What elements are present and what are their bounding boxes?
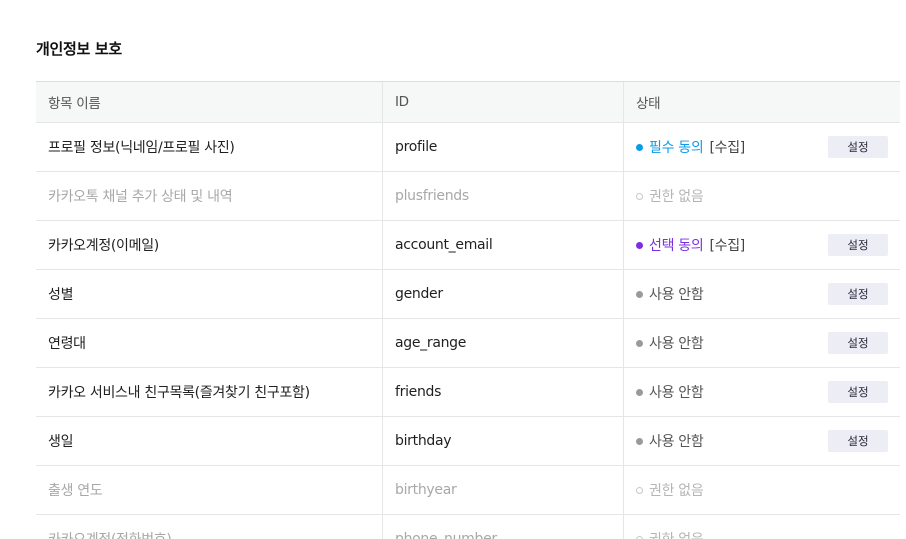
header-id: ID xyxy=(383,82,624,122)
status-dot-icon xyxy=(636,339,643,347)
status-dot-icon xyxy=(636,535,643,539)
item-id: gender xyxy=(383,270,624,318)
status-dot-icon xyxy=(636,486,643,494)
section-title: 개인정보 보호 xyxy=(36,40,122,58)
item-status: 사용 안함 설정 xyxy=(624,319,900,367)
header-status: 상태 xyxy=(636,96,661,112)
item-id: account_email xyxy=(383,221,624,269)
table-header: 항목 이름 ID 상태 xyxy=(36,82,900,123)
settings-button[interactable]: 설정 xyxy=(828,332,888,354)
table-row: 카카오계정(이메일) account_email 선택 동의 [수집] 설정 xyxy=(36,221,900,270)
item-id: birthyear xyxy=(383,466,624,514)
status-label: 권한 없음 xyxy=(649,189,704,205)
item-name: 생일 xyxy=(36,417,383,465)
collect-tag: [수집] xyxy=(709,238,745,254)
item-id: friends xyxy=(383,368,624,416)
table-row: 연령대 age_range 사용 안함 설정 xyxy=(36,319,900,368)
item-status: 필수 동의 [수집] 설정 xyxy=(624,123,900,171)
table-row: 프로필 정보(닉네임/프로필 사진) profile 필수 동의 [수집] 설정 xyxy=(36,123,900,172)
status-label: 사용 안함 xyxy=(649,287,704,303)
status-dot-icon xyxy=(636,437,643,445)
table-row: 출생 연도 birthyear 권한 없음 xyxy=(36,466,900,515)
item-id: plusfriends xyxy=(383,172,624,220)
item-status: 권한 없음 xyxy=(624,172,900,220)
item-name: 카카오계정(이메일) xyxy=(36,221,383,269)
status-label: 필수 동의 xyxy=(649,140,704,156)
consent-items-table: 항목 이름 ID 상태 프로필 정보(닉네임/프로필 사진) profile 필… xyxy=(36,81,900,539)
table-row: 카카오계정(전화번호) phone_number 권한 없음 xyxy=(36,515,900,539)
table-row: 생일 birthday 사용 안함 설정 xyxy=(36,417,900,466)
item-name: 연령대 xyxy=(36,319,383,367)
status-label: 권한 없음 xyxy=(649,483,704,499)
item-status: 선택 동의 [수집] 설정 xyxy=(624,221,900,269)
privacy-settings-page: 개인정보 보호 항목 이름 ID 상태 프로필 정보(닉네임/프로필 사진) p… xyxy=(0,0,906,539)
item-id: birthday xyxy=(383,417,624,465)
table-row: 카카오 서비스내 친구목록(즐겨찾기 친구포함) friends 사용 안함 설… xyxy=(36,368,900,417)
item-name: 카카오계정(전화번호) xyxy=(36,515,383,539)
item-status: 사용 안함 설정 xyxy=(624,270,900,318)
item-id: age_range xyxy=(383,319,624,367)
item-name: 카카오톡 채널 추가 상태 및 내역 xyxy=(36,172,383,220)
status-label: 사용 안함 xyxy=(649,336,704,352)
status-label: 선택 동의 xyxy=(649,238,704,254)
settings-button[interactable]: 설정 xyxy=(828,234,888,256)
header-item-name: 항목 이름 xyxy=(36,82,383,122)
item-status: 사용 안함 설정 xyxy=(624,417,900,465)
status-dot-icon xyxy=(636,192,643,200)
status-label: 사용 안함 xyxy=(649,434,704,450)
settings-button[interactable]: 설정 xyxy=(828,136,888,158)
item-name: 프로필 정보(닉네임/프로필 사진) xyxy=(36,123,383,171)
status-dot-icon xyxy=(636,241,643,249)
table-row: 카카오톡 채널 추가 상태 및 내역 plusfriends 권한 없음 xyxy=(36,172,900,221)
settings-button[interactable]: 설정 xyxy=(828,430,888,452)
item-name: 출생 연도 xyxy=(36,466,383,514)
settings-button[interactable]: 설정 xyxy=(828,381,888,403)
item-name: 성별 xyxy=(36,270,383,318)
table-row: 성별 gender 사용 안함 설정 xyxy=(36,270,900,319)
status-label: 사용 안함 xyxy=(649,385,704,401)
status-dot-icon xyxy=(636,290,643,298)
item-name: 카카오 서비스내 친구목록(즐겨찾기 친구포함) xyxy=(36,368,383,416)
item-id: profile xyxy=(383,123,624,171)
item-status: 권한 없음 xyxy=(624,466,900,514)
item-status: 권한 없음 xyxy=(624,515,900,539)
status-dot-icon xyxy=(636,143,643,151)
item-status: 사용 안함 설정 xyxy=(624,368,900,416)
settings-button[interactable]: 설정 xyxy=(828,283,888,305)
status-label: 권한 없음 xyxy=(649,529,704,539)
item-id: phone_number xyxy=(383,515,624,539)
collect-tag: [수집] xyxy=(709,140,745,156)
status-dot-icon xyxy=(636,388,643,396)
